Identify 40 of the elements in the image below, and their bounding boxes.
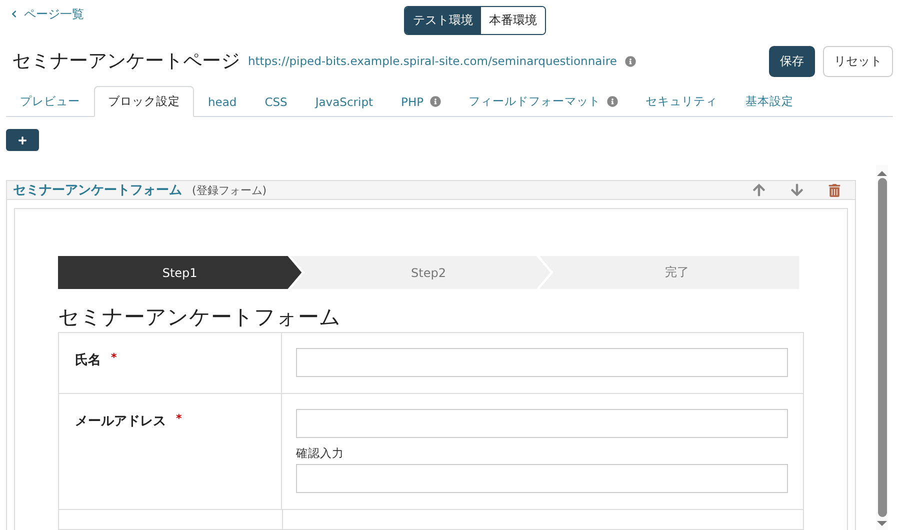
- input-field[interactable]: [296, 348, 788, 377]
- tab[interactable]: プレビュー: [6, 86, 94, 117]
- step: Step1: [58, 256, 302, 289]
- block-title: セミナーアンケートフォーム: [13, 182, 182, 199]
- trash-icon: [828, 184, 841, 196]
- field-label: メールアドレス: [75, 413, 166, 430]
- page-url-link[interactable]: https://piped-bits.example.spiral-site.com/seminarquestionnaire: [248, 54, 617, 68]
- tab[interactable]: 基本設定: [732, 86, 808, 117]
- tab[interactable]: フィールドフォーマット: [454, 86, 632, 117]
- tab[interactable]: JavaScript: [301, 86, 388, 117]
- required-mark: *: [111, 351, 117, 364]
- info-icon: [624, 56, 636, 66]
- required-mark: *: [176, 412, 182, 425]
- move-down-button[interactable]: [790, 183, 804, 197]
- confirm-label: 確認入力: [296, 446, 345, 461]
- back-link[interactable]: ページ一覧: [10, 6, 84, 22]
- step: Step2: [290, 256, 550, 289]
- save-button[interactable]: 保存: [769, 46, 815, 76]
- page-title: セミナーアンケートページ: [12, 49, 240, 74]
- tab[interactable]: セキュリティ: [632, 86, 732, 117]
- plus-icon: [18, 136, 27, 144]
- scrollbar[interactable]: [876, 165, 888, 530]
- move-up-button[interactable]: [752, 183, 766, 197]
- reset-button[interactable]: リセット: [823, 46, 893, 76]
- arrow-down-icon: [790, 183, 804, 197]
- tab[interactable]: PHP: [387, 86, 455, 117]
- input-field[interactable]: [296, 409, 788, 438]
- tab[interactable]: head: [194, 86, 251, 117]
- input-field[interactable]: [296, 464, 788, 493]
- tab[interactable]: ブロック設定: [94, 86, 194, 117]
- step: 完了: [539, 256, 800, 289]
- chevron-left-icon: [10, 10, 18, 18]
- field-label: 氏名: [75, 352, 101, 369]
- tab[interactable]: CSS: [250, 86, 302, 117]
- arrow-up-icon: [752, 183, 766, 197]
- block-type: (登録フォーム): [192, 182, 267, 198]
- delete-button[interactable]: [828, 184, 841, 196]
- environment-button[interactable]: テスト環境: [405, 6, 481, 34]
- form-title: セミナーアンケートフォーム: [58, 304, 342, 331]
- add-button[interactable]: [6, 129, 39, 151]
